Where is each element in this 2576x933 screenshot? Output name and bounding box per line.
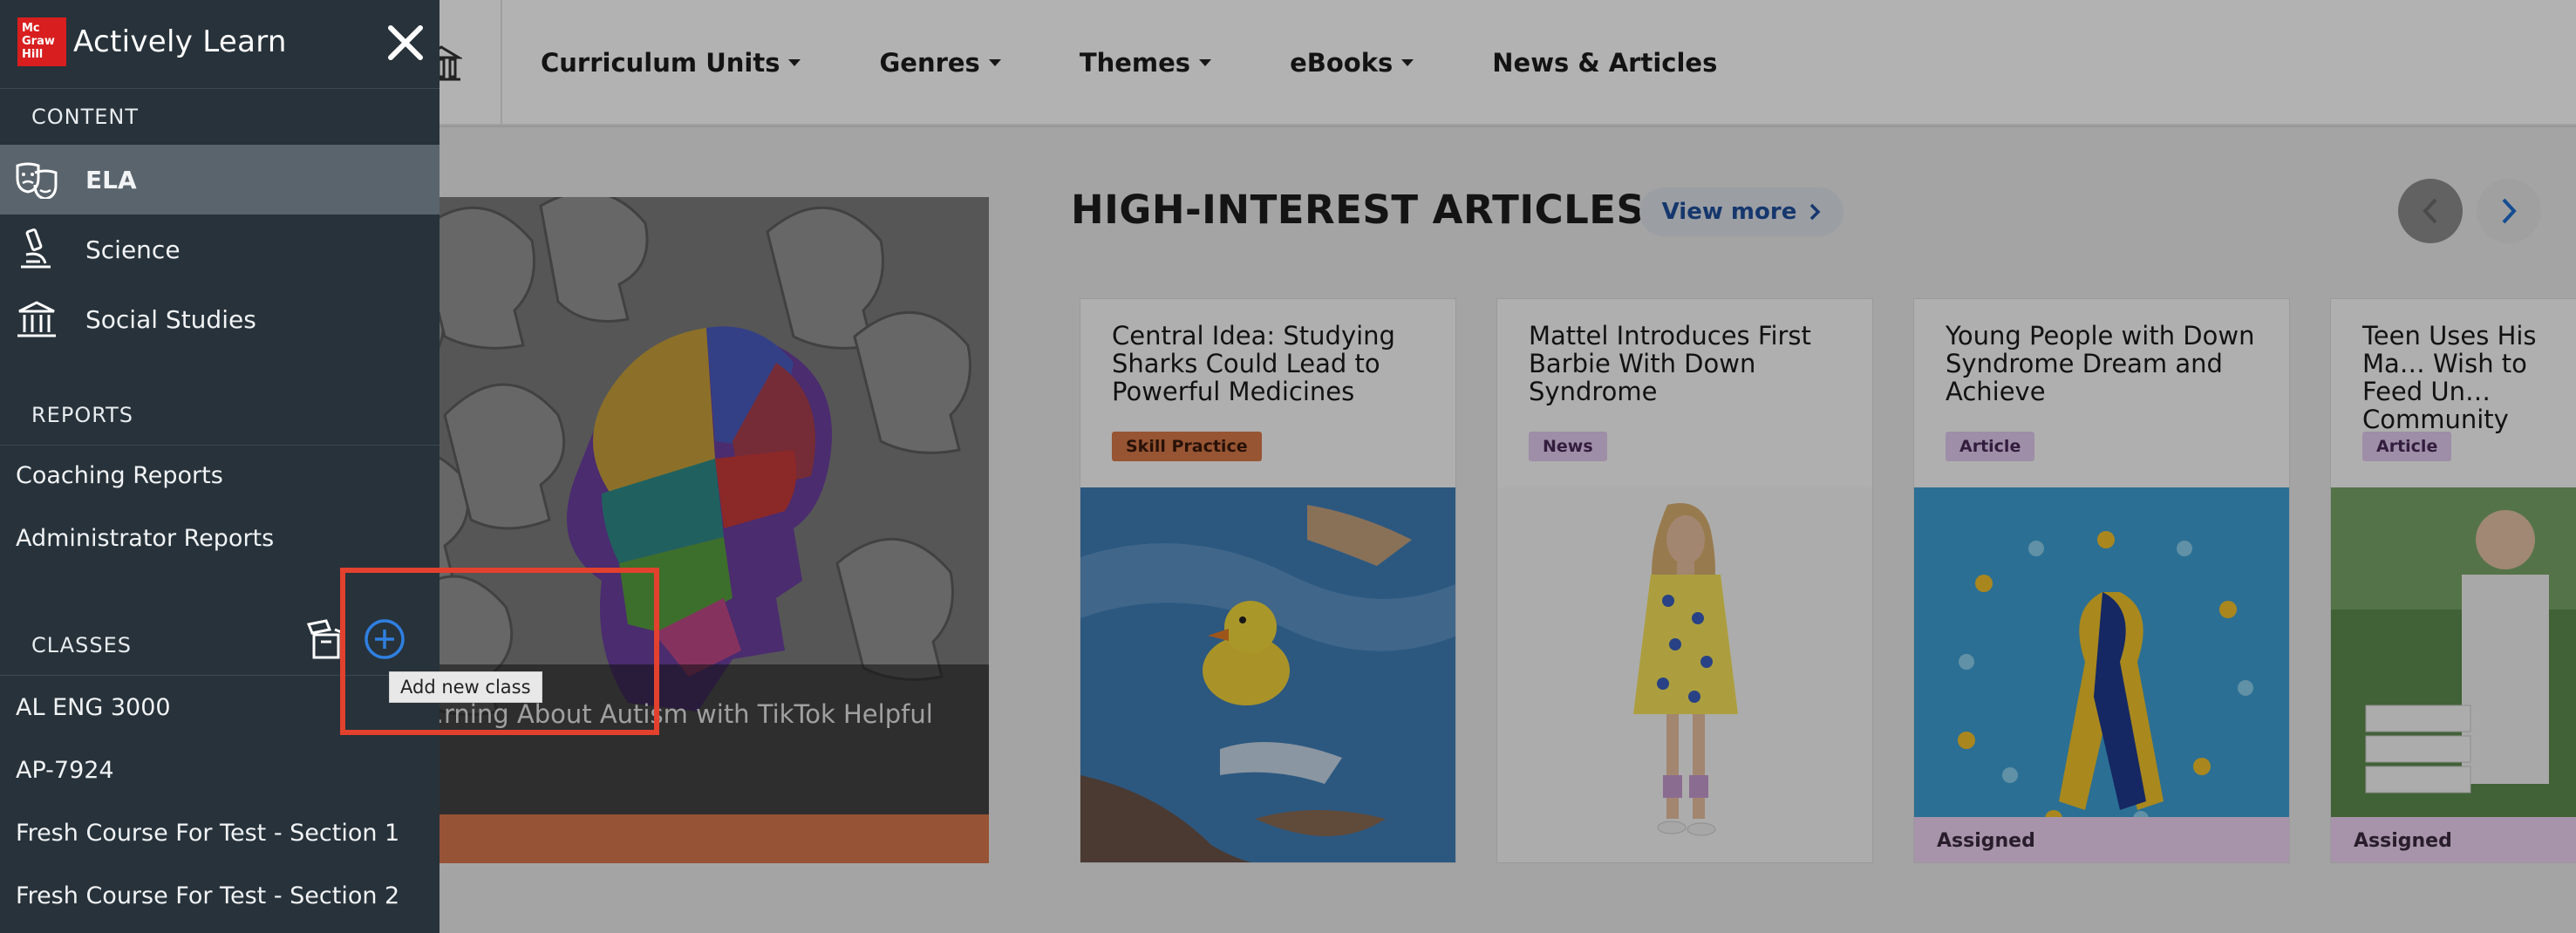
sidebar-class-item[interactable]: Fresh Course For Test - Section 1 (16, 820, 399, 847)
sidebar-item-label: Social Studies (85, 304, 256, 334)
sidebar-item-coaching-reports[interactable]: Coaching Reports (16, 462, 223, 489)
sidebar-item-ela[interactable]: ELA (0, 145, 440, 215)
reports-heading: REPORTS (31, 403, 134, 427)
theater-masks-icon (10, 153, 63, 206)
content-heading: CONTENT (31, 105, 140, 129)
sidebar-class-item[interactable]: Fresh Course For Test - Section 2 (16, 882, 399, 909)
museum-icon (10, 293, 63, 345)
sidebar-item-administrator-reports[interactable]: Administrator Reports (16, 525, 274, 552)
sidebar-item-label: ELA (85, 165, 137, 194)
sidebar-drawer: McGrawHill Actively Learn CONTENT ELA (0, 0, 440, 933)
brand-name: Actively Learn (73, 24, 287, 59)
sidebar-class-item[interactable]: AL ENG 3000 (16, 694, 171, 721)
sidebar-item-social-studies[interactable]: Social Studies (0, 284, 440, 354)
microscope-icon (10, 223, 63, 276)
sidebar-brand: Mc Graw Hill Actively Learn (0, 0, 440, 89)
section-divider (0, 445, 440, 446)
sidebar-item-label: Science (85, 235, 181, 264)
close-icon[interactable] (385, 23, 426, 63)
sidebar-class-item[interactable]: AP-7924 (16, 757, 114, 784)
mcgraw-hill-logo: Mc Graw Hill (17, 17, 66, 66)
highlight-box (340, 568, 659, 735)
sidebar-item-science[interactable]: Science (0, 215, 440, 284)
classes-heading: CLASSES (31, 633, 132, 657)
